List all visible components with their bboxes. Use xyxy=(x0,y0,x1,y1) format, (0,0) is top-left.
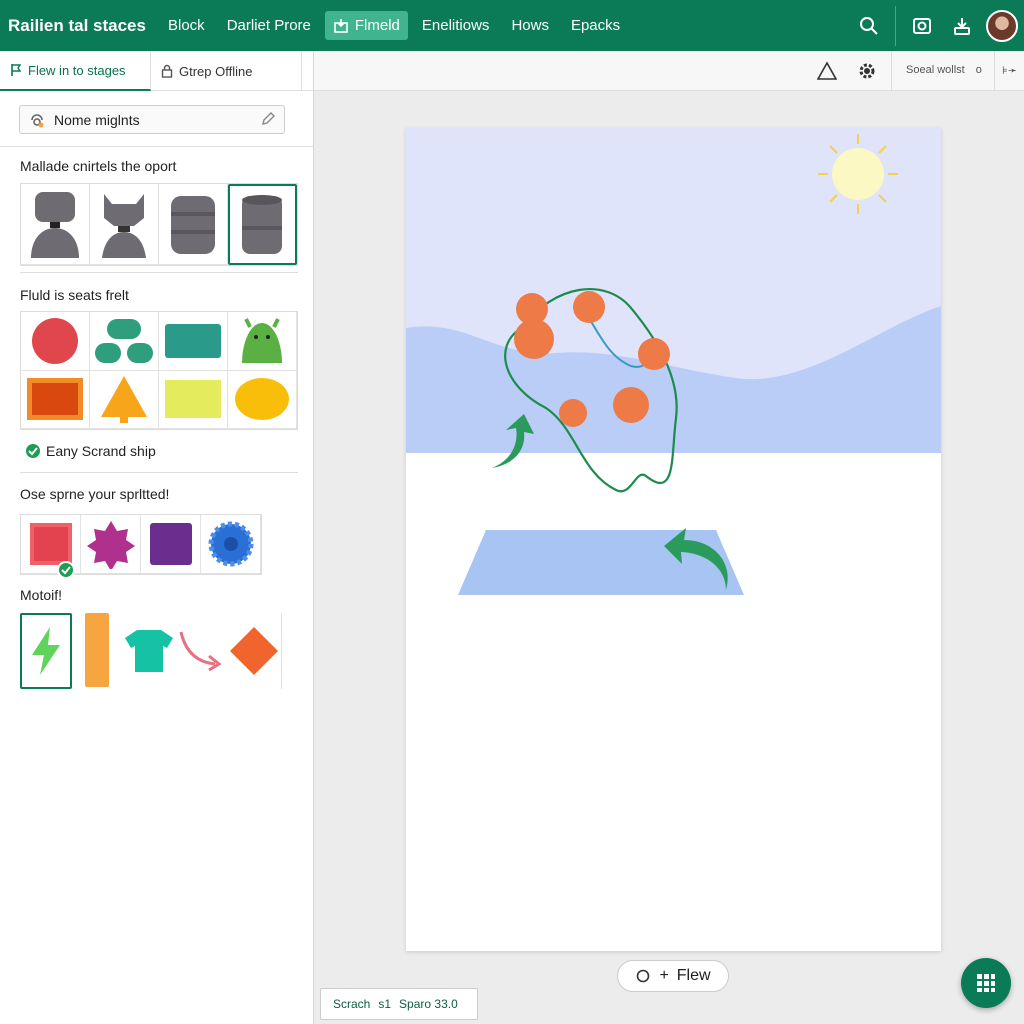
check-icon xyxy=(57,561,75,579)
sprite-pink-square[interactable] xyxy=(21,515,81,579)
lock-icon xyxy=(161,64,173,78)
tab-flew-in-to-stages[interactable]: Flew in to stages xyxy=(0,51,151,91)
flag-icon xyxy=(11,64,22,76)
sprite-name-field[interactable]: Nome miglnts xyxy=(19,105,285,134)
tab-label: Gtrep Offline xyxy=(179,63,253,79)
grid-icon xyxy=(977,974,995,992)
toolbar-divider xyxy=(891,51,892,91)
stage-icon xyxy=(334,18,348,33)
shape-yellow-rect[interactable] xyxy=(159,370,228,429)
motif-orange-diamond[interactable] xyxy=(227,613,282,689)
gear-icon[interactable] xyxy=(855,59,879,83)
sprite-purple-square[interactable] xyxy=(141,515,201,574)
easy-scrand-option[interactable]: Eany Scrand ship xyxy=(24,442,156,460)
end-control[interactable]: ⊧➛ xyxy=(1002,64,1017,77)
avatar[interactable] xyxy=(986,9,1018,42)
shape-green-blob[interactable] xyxy=(90,312,159,371)
section-heading-shapes: Fluld is seats frelt xyxy=(20,287,129,303)
header-actions xyxy=(849,0,1024,51)
shape-green-monster[interactable] xyxy=(228,312,297,371)
status-bar: Scrach ѕ1 Sparo 33.0 xyxy=(320,988,478,1020)
seal-label: Soeal wollst xyxy=(906,64,965,76)
divider xyxy=(20,472,298,473)
divider xyxy=(0,146,314,147)
costume-item[interactable] xyxy=(159,184,228,265)
panel-tabs: Flew in to stages Gtrep Offline xyxy=(0,51,313,91)
sprite-name-value: Nome miglnts xyxy=(54,111,140,128)
section-heading-costumes: Mallade cnirtels the oport xyxy=(20,158,177,174)
motif-grid xyxy=(20,613,282,689)
nav-enelitiows[interactable]: Enelitiows xyxy=(414,11,498,40)
warning-icon[interactable] xyxy=(815,59,839,83)
toolbar-divider xyxy=(994,51,995,91)
flew-button[interactable]: + Flew xyxy=(617,960,729,992)
grid-menu-button[interactable] xyxy=(961,958,1011,1008)
section-heading-sprites: Ose sprne your sprltted! xyxy=(20,486,170,502)
landing-pad xyxy=(458,530,744,595)
motif-teal-shirt[interactable] xyxy=(123,613,175,689)
flew-label: Flew xyxy=(676,967,711,984)
shape-grid xyxy=(20,311,298,430)
easy-scrand-label: Eany Scrand ship xyxy=(46,443,156,459)
costume-grid xyxy=(20,183,298,266)
seal-suffix: o xyxy=(975,64,982,76)
top-bar: Railien tal staces Block Darliet Prore F… xyxy=(0,0,1024,51)
app-title: Railien tal staces xyxy=(8,15,146,35)
section-heading-motif: Motoif! xyxy=(20,587,63,603)
shape-orange-triangle[interactable] xyxy=(90,370,159,429)
search-icon[interactable] xyxy=(849,6,889,46)
sprite-panel: Flew in to stages Gtrep Offline Nome mig… xyxy=(0,51,314,1024)
divider xyxy=(20,272,298,273)
tab-gtrep-offline[interactable]: Gtrep Offline xyxy=(151,51,302,91)
camera-icon[interactable] xyxy=(902,6,942,46)
nav-flmeld[interactable]: Flmeld xyxy=(324,11,408,40)
sprite-outline-icon xyxy=(637,969,650,983)
sprite-magenta-star[interactable] xyxy=(81,515,141,574)
header-divider xyxy=(895,5,896,46)
stage-toolbar: Soeal wollst o ⊧➛ xyxy=(314,51,1024,91)
motif-orange-bar[interactable] xyxy=(72,613,124,689)
sprite-icon xyxy=(31,113,44,127)
tab-label: Flew in to stages xyxy=(28,62,126,78)
shape-teal-rect[interactable] xyxy=(159,312,228,371)
costume-item[interactable] xyxy=(21,184,90,265)
nav-hows[interactable]: Hows xyxy=(503,11,557,40)
nav-flmeld-label: Flmeld xyxy=(354,17,400,34)
stage-canvas[interactable] xyxy=(406,128,941,951)
nav-block[interactable]: Block xyxy=(160,11,213,40)
ground xyxy=(406,453,941,951)
nav-epacks[interactable]: Epacks xyxy=(563,11,628,40)
status-left: Scrach xyxy=(333,997,371,1011)
sprite-blue-gear[interactable] xyxy=(201,515,261,574)
sprite-grid xyxy=(20,514,262,579)
pencil-icon[interactable] xyxy=(260,111,276,127)
shape-orange-square[interactable] xyxy=(21,370,90,429)
motif-lightning[interactable] xyxy=(20,613,72,689)
check-icon xyxy=(24,442,42,460)
nav-darliet-prore[interactable]: Darliet Prore xyxy=(219,11,319,40)
stage-scene xyxy=(406,128,941,951)
plus-icon: + xyxy=(659,967,669,984)
status-mid: ѕ1 xyxy=(378,997,392,1011)
costume-item-selected[interactable] xyxy=(228,184,297,265)
seal-wollst-dropdown[interactable]: Soeal wollst o xyxy=(906,64,982,76)
shape-yellow-ellipse[interactable] xyxy=(228,370,297,429)
motif-red-arrow[interactable] xyxy=(175,613,227,689)
shape-red-circle[interactable] xyxy=(21,312,90,371)
costume-item[interactable] xyxy=(90,184,159,265)
status-right: Sparo 33.0 xyxy=(399,997,458,1011)
download-icon[interactable] xyxy=(942,6,982,46)
main-nav: Block Darliet Prore Flmeld Enelitiows Ho… xyxy=(160,11,634,40)
